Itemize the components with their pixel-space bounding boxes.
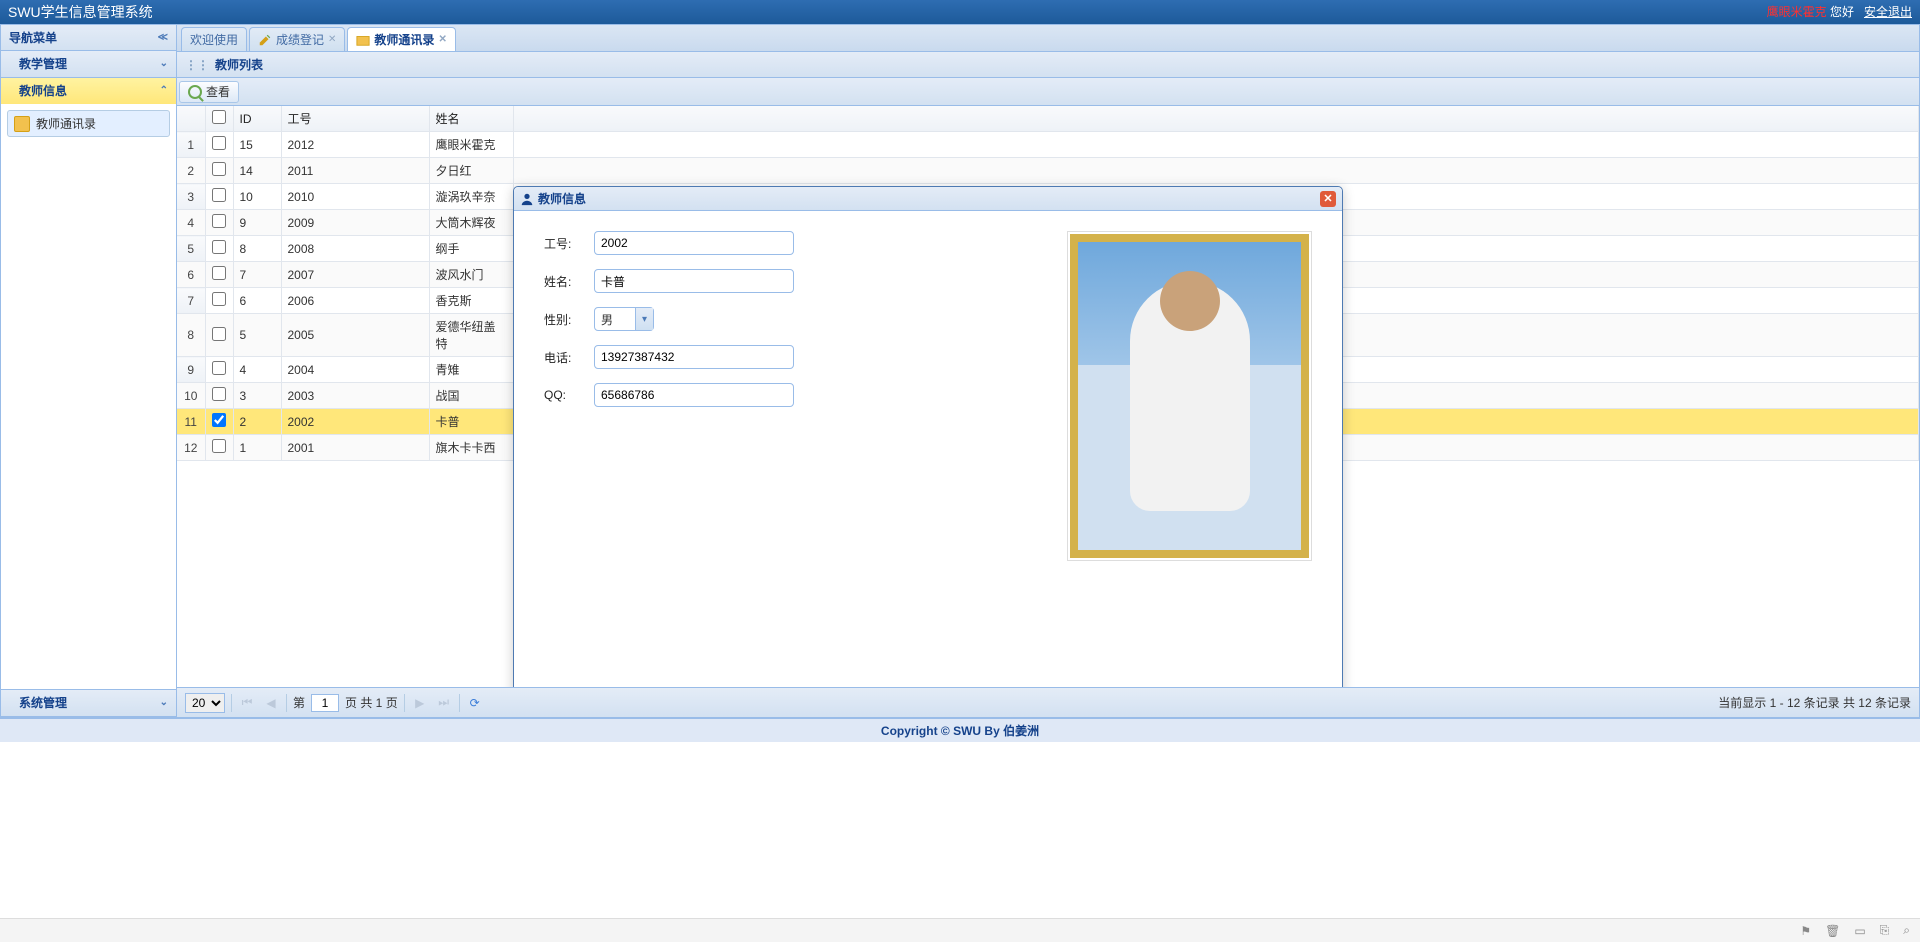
dialog-header[interactable]: 教师信息 ✕ bbox=[514, 187, 1342, 211]
nav-title: 导航菜单 ≪ bbox=[1, 25, 176, 51]
refresh-button[interactable]: ⟳ bbox=[466, 694, 484, 712]
tab-welcome[interactable]: 欢迎使用 bbox=[181, 27, 247, 51]
toolbar: 查看 bbox=[177, 78, 1919, 106]
greeting: 您好 bbox=[1830, 5, 1854, 19]
row-checkbox[interactable] bbox=[212, 413, 226, 427]
label-qq: QQ: bbox=[544, 388, 584, 402]
grip-icon: ⋮⋮ bbox=[185, 52, 209, 78]
character-illustration bbox=[1130, 281, 1250, 511]
label-phone: 电话: bbox=[544, 349, 584, 366]
teacher-grid: ID 工号 姓名 1152012鹰眼米霍克2142011夕日红3102010漩涡… bbox=[177, 106, 1919, 687]
pager-info: 当前显示 1 - 12 条记录 共 12 条记录 bbox=[1718, 694, 1911, 711]
person-icon bbox=[520, 192, 534, 206]
current-user: 鹰眼米霍克 bbox=[1767, 5, 1827, 19]
chevron-down-icon: ▾ bbox=[635, 308, 653, 330]
magnifier-icon bbox=[188, 85, 202, 99]
input-jobno[interactable] bbox=[594, 231, 794, 255]
folder-icon bbox=[14, 116, 30, 132]
label-jobno: 工号: bbox=[544, 235, 584, 252]
input-name[interactable] bbox=[594, 269, 794, 293]
panel-title-bar: ⋮⋮ 教师列表 bbox=[177, 52, 1919, 78]
row-checkbox[interactable] bbox=[212, 214, 226, 228]
footer: Copyright © SWU By 伯姜洲 bbox=[0, 718, 1920, 742]
first-page-button[interactable]: ⏮ bbox=[238, 694, 256, 712]
col-checkbox bbox=[205, 106, 233, 132]
view-button[interactable]: 查看 bbox=[179, 81, 239, 103]
chevron-down-icon: ⌄ bbox=[160, 690, 168, 716]
main-area: 欢迎使用 成绩登记 ✕ 教师通讯录 ✕ ⋮⋮ 教师列表 查看 bbox=[177, 24, 1920, 718]
tab-teacher-contacts[interactable]: 教师通讯录 ✕ bbox=[347, 27, 455, 51]
row-checkbox[interactable] bbox=[212, 327, 226, 341]
col-name[interactable]: 姓名 bbox=[429, 106, 513, 132]
pager: 20 ⏮ ◀ 第 页 共 1 页 ▶ ⏭ ⟳ 当前显示 1 - 12 条记录 共… bbox=[177, 687, 1919, 717]
accordion-teaching[interactable]: 教学管理 ⌄ bbox=[1, 51, 176, 77]
col-rownum bbox=[177, 106, 205, 132]
nav-sidebar: 导航菜单 ≪ 教学管理 ⌄ 教师信息 ⌃ 教师通讯录 系统 bbox=[0, 24, 177, 718]
folder-icon bbox=[356, 33, 370, 47]
collapse-left-icon[interactable]: ≪ bbox=[158, 25, 168, 51]
accordion-system[interactable]: 系统管理 ⌄ bbox=[1, 690, 176, 716]
accordion-teacher-info[interactable]: 教师信息 ⌃ bbox=[1, 78, 176, 104]
app-header: SWU学生信息管理系统 鹰眼米霍克 您好 安全退出 bbox=[0, 0, 1920, 24]
row-checkbox[interactable] bbox=[212, 292, 226, 306]
input-qq[interactable] bbox=[594, 383, 794, 407]
header-right: 鹰眼米霍克 您好 安全退出 bbox=[1767, 0, 1912, 24]
dialog-close-button[interactable]: ✕ bbox=[1320, 191, 1336, 207]
input-phone[interactable] bbox=[594, 345, 794, 369]
label-name: 姓名: bbox=[544, 273, 584, 290]
row-checkbox[interactable] bbox=[212, 136, 226, 150]
trash-icon[interactable]: 🗑 bbox=[1825, 924, 1840, 938]
row-checkbox[interactable] bbox=[212, 387, 226, 401]
check-all[interactable] bbox=[212, 110, 226, 124]
next-page-button[interactable]: ▶ bbox=[411, 694, 429, 712]
close-icon[interactable]: ✕ bbox=[438, 28, 446, 52]
table-row[interactable]: 1152012鹰眼米霍克 bbox=[177, 132, 1919, 158]
close-icon[interactable]: ✕ bbox=[328, 28, 336, 52]
chevron-up-icon: ⌃ bbox=[160, 78, 168, 104]
last-page-button[interactable]: ⏭ bbox=[435, 694, 453, 712]
logout-link[interactable]: 安全退出 bbox=[1864, 5, 1912, 19]
row-checkbox[interactable] bbox=[212, 162, 226, 176]
prev-page-button[interactable]: ◀ bbox=[262, 694, 280, 712]
browser-statusbar: ⚑ 🗑 ▭ ⎘ ⌕ bbox=[0, 918, 1920, 942]
row-checkbox[interactable] bbox=[212, 266, 226, 280]
app-title: SWU学生信息管理系统 bbox=[8, 0, 153, 24]
accordion-body: 教师通讯录 bbox=[1, 104, 176, 403]
tab-bar: 欢迎使用 成绩登记 ✕ 教师通讯录 ✕ bbox=[177, 25, 1919, 52]
row-checkbox[interactable] bbox=[212, 188, 226, 202]
col-id[interactable]: ID bbox=[233, 106, 281, 132]
teacher-photo bbox=[1070, 234, 1309, 558]
page-size-select[interactable]: 20 bbox=[185, 693, 225, 713]
zoom-icon[interactable]: ⌕ bbox=[1903, 923, 1910, 938]
exit-icon[interactable]: ⎘ bbox=[1880, 923, 1890, 938]
row-checkbox[interactable] bbox=[212, 439, 226, 453]
row-checkbox[interactable] bbox=[212, 240, 226, 254]
chevron-down-icon: ⌄ bbox=[160, 51, 168, 77]
row-checkbox[interactable] bbox=[212, 361, 226, 375]
page-input[interactable] bbox=[311, 694, 339, 712]
combo-sex[interactable]: 男 ▾ bbox=[594, 307, 654, 331]
tab-grades[interactable]: 成绩登记 ✕ bbox=[249, 27, 345, 51]
photo-frame bbox=[1067, 231, 1312, 561]
col-jobno[interactable]: 工号 bbox=[281, 106, 429, 132]
nav-teacher-contacts[interactable]: 教师通讯录 bbox=[7, 110, 170, 137]
table-row[interactable]: 2142011夕日红 bbox=[177, 158, 1919, 184]
label-sex: 性别: bbox=[544, 311, 584, 328]
teacher-form: 工号: 姓名: 性别: 男 ▾ bbox=[544, 231, 794, 687]
pencil-icon bbox=[258, 33, 272, 47]
teacher-info-dialog: 教师信息 ✕ 工号: 姓名: bbox=[513, 186, 1343, 687]
phone-icon[interactable]: ▭ bbox=[1854, 924, 1865, 938]
flag-icon[interactable]: ⚑ bbox=[1800, 924, 1811, 938]
